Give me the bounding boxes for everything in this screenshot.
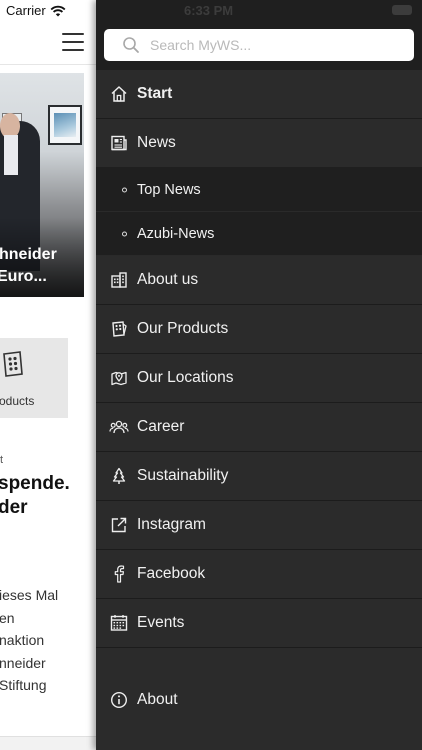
menu-list: Start News Top News Azubi-News About us: [96, 70, 422, 648]
menu-item-career[interactable]: Career: [96, 403, 422, 452]
building-icon: [109, 270, 129, 290]
hero-title[interactable]: hneider Euro...: [0, 244, 84, 288]
article-category: t: [0, 454, 4, 466]
home-icon: [109, 84, 129, 104]
menu-item-label: Career: [137, 418, 185, 435]
menu-item-about-us[interactable]: About us: [96, 256, 422, 305]
external-link-icon: [109, 515, 129, 535]
menu-subitem-label: Top News: [137, 181, 201, 198]
search-input[interactable]: [150, 37, 390, 53]
bullet-icon: [122, 187, 127, 192]
menu-item-our-products[interactable]: Our Products: [96, 305, 422, 354]
calendar-icon: [109, 613, 129, 633]
search-bar[interactable]: [104, 29, 414, 61]
people-icon: [109, 417, 129, 437]
carrier-label: Carrier: [6, 3, 46, 18]
menu-item-news[interactable]: News: [96, 119, 422, 168]
article-body: ieses Mal en naktion nneider Stiftung: [0, 587, 59, 693]
search-icon: [123, 37, 139, 53]
topbar-divider: [0, 64, 96, 65]
menu-item-facebook[interactable]: Facebook: [96, 550, 422, 599]
bottom-bar: [0, 736, 96, 750]
article-headline: spende. der: [0, 473, 70, 518]
status-time: 6:33 PM: [184, 3, 234, 18]
menu-item-label: About us: [137, 271, 199, 288]
wifi-icon: [50, 5, 66, 16]
menu-subitem-top-news[interactable]: Top News: [96, 168, 422, 212]
hamburger-menu-icon[interactable]: [62, 33, 84, 51]
background-app: Carrier hneider Euro... oducts t spende.: [0, 0, 96, 750]
menu-item-sustainability[interactable]: Sustainability: [96, 452, 422, 501]
side-menu-drawer: 6:33 PM Start News Top News: [96, 0, 422, 750]
battery-icon: [392, 5, 412, 15]
menu-item-label: Instagram: [137, 516, 206, 533]
menu-item-label: About: [137, 691, 178, 708]
status-carrier: Carrier: [6, 3, 66, 18]
menu-item-label: News: [137, 134, 176, 151]
menu-item-label: Events: [137, 614, 185, 631]
newspaper-icon: [109, 133, 129, 153]
menu-item-events[interactable]: Events: [96, 599, 422, 648]
menu-item-label: Our Locations: [137, 369, 234, 386]
menu-item-about[interactable]: About: [96, 676, 422, 724]
menu-item-label: Our Products: [137, 320, 229, 337]
tree-icon: [109, 466, 129, 486]
products-tile-icon: [3, 351, 23, 377]
menu-subitem-azubi-news[interactable]: Azubi-News: [96, 212, 422, 256]
map-pin-icon: [109, 368, 129, 388]
menu-item-label: Start: [137, 85, 173, 102]
products-icon: [109, 319, 129, 339]
menu-item-label: Sustainability: [137, 467, 229, 484]
products-tile[interactable]: oducts: [0, 338, 68, 418]
menu-item-label: Facebook: [137, 565, 206, 582]
bullet-icon: [122, 231, 127, 236]
facebook-icon: [109, 564, 129, 584]
drawer-header: 6:33 PM: [96, 0, 422, 70]
menu-item-start[interactable]: Start: [96, 70, 422, 119]
products-tile-label: oducts: [0, 394, 35, 408]
menu-item-our-locations[interactable]: Our Locations: [96, 354, 422, 403]
menu-subitem-label: Azubi-News: [137, 225, 215, 242]
menu-item-instagram[interactable]: Instagram: [96, 501, 422, 550]
info-icon: [109, 690, 129, 710]
